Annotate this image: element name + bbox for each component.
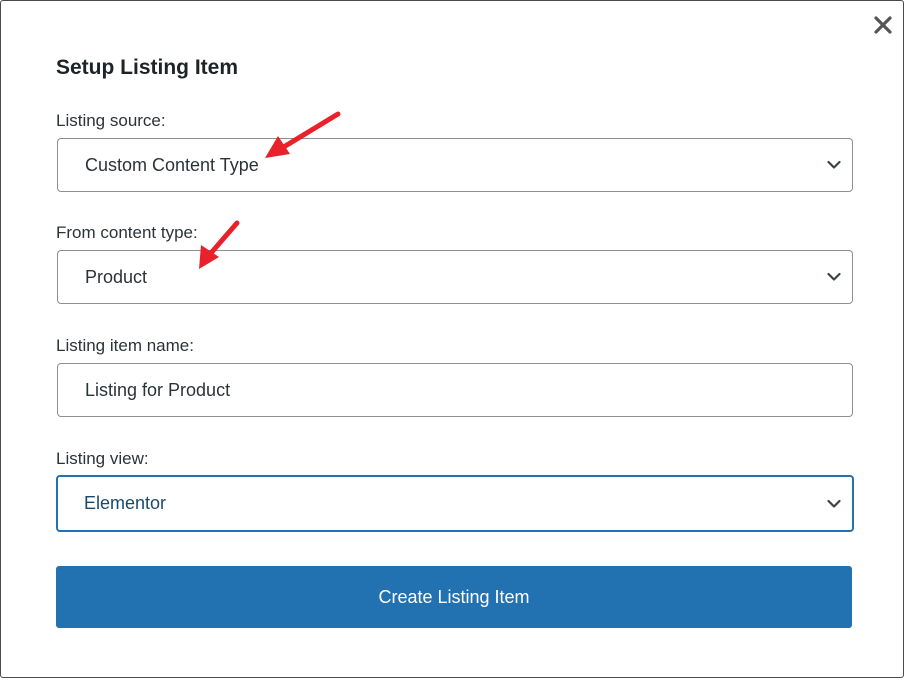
setup-listing-dialog: Setup Listing Item Listing source: Custo… xyxy=(0,0,904,678)
content-type-value: Product xyxy=(85,266,148,287)
listing-source-value: Custom Content Type xyxy=(85,154,259,175)
item-name-input[interactable]: Listing for Product xyxy=(57,363,853,417)
listing-view-value: Elementor xyxy=(84,493,167,513)
dialog-title: Setup Listing Item xyxy=(56,56,239,79)
chevron-down-icon xyxy=(826,269,842,285)
item-name-value: Listing for Product xyxy=(85,379,231,400)
chevron-down-icon xyxy=(826,157,842,173)
close-button[interactable] xyxy=(869,11,897,39)
listing-view-select[interactable]: Elementor xyxy=(56,475,854,532)
listing-view-label: Listing view: xyxy=(56,449,149,468)
create-listing-item-button[interactable]: Create Listing Item xyxy=(56,566,852,628)
content-type-select[interactable]: Product xyxy=(57,250,853,304)
item-name-label: Listing item name: xyxy=(56,336,194,355)
close-icon xyxy=(874,16,892,34)
chevron-down-icon xyxy=(826,496,842,512)
listing-source-label: Listing source: xyxy=(56,111,166,130)
content-type-label: From content type: xyxy=(56,223,198,242)
listing-source-select[interactable]: Custom Content Type xyxy=(57,138,853,192)
